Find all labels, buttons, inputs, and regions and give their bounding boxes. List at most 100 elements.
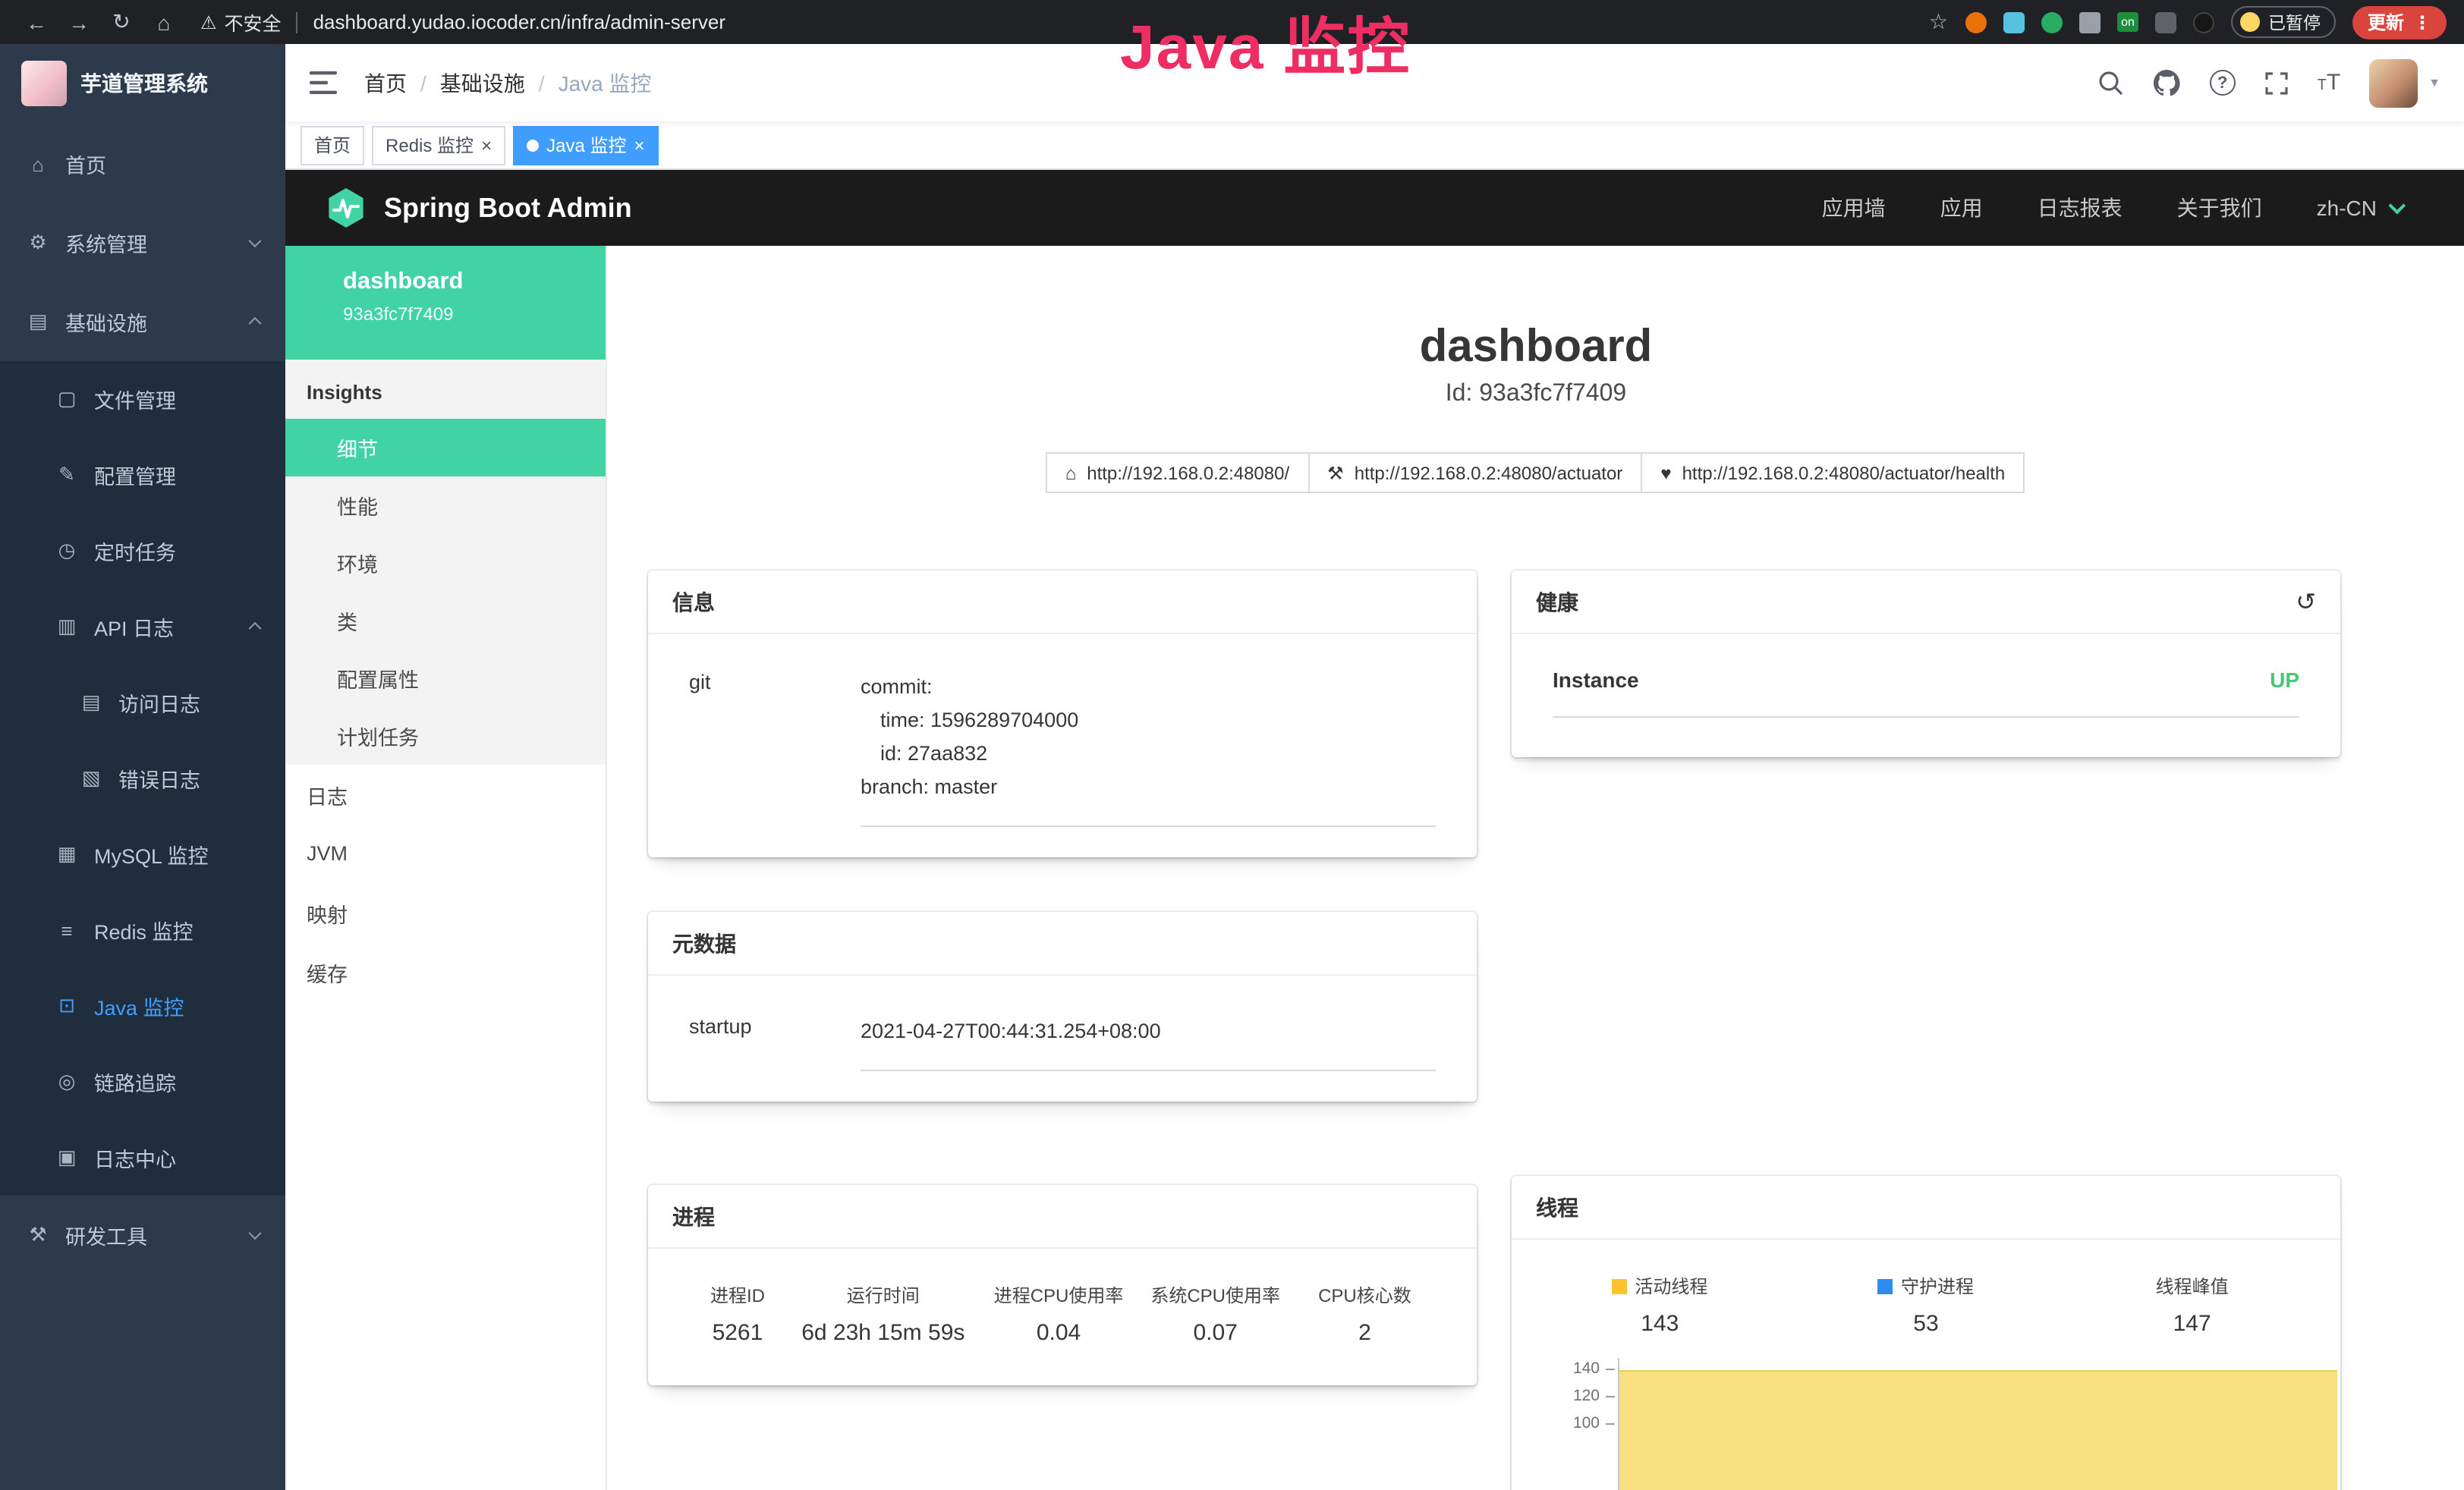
insights-group: Insights 细节 性能 环境 类 配置属性 计划任务 [285, 360, 606, 765]
process-col: 运行时间 6d 23h 15m 59s [786, 1282, 980, 1346]
sba-item-config-props[interactable]: 配置属性 [285, 649, 606, 707]
sba-item-mappings[interactable]: 映射 [285, 883, 606, 942]
database-icon: ▦ [55, 842, 79, 866]
sidebar-item-trace[interactable]: ◎ 链路追踪 [0, 1044, 285, 1120]
sba-sidebar: dashboard 93a3fc7f7409 Insights 细节 性能 环境… [285, 246, 607, 1490]
instance-name: dashboard [343, 269, 590, 296]
sba-item-logs[interactable]: 日志 [285, 765, 606, 824]
sidebar-item-job[interactable]: ◷ 定时任务 [0, 513, 285, 589]
update-button[interactable]: 更新 ⋮ [2352, 5, 2447, 39]
hamburger-icon[interactable] [310, 71, 337, 94]
extensions-grid-icon[interactable] [2079, 11, 2100, 33]
instance-header[interactable]: dashboard 93a3fc7f7409 [285, 246, 606, 360]
tab-java[interactable]: Java 监控 × [513, 125, 658, 165]
sba-item-classes[interactable]: 类 [285, 592, 606, 649]
sidebar-item-java[interactable]: ⊡ Java 监控 [0, 968, 285, 1044]
sidebar-item-dev-tools[interactable]: ⚒ 研发工具 [0, 1196, 285, 1275]
extension-icon[interactable] [2003, 11, 2024, 33]
threads-chart: 140 120 100 [1512, 1355, 2340, 1490]
extension-icon[interactable] [2041, 11, 2062, 33]
actuator-url-link[interactable]: ⚒ http://192.168.0.2:48080/actuator [1308, 452, 1642, 493]
caret-down-icon[interactable]: ▼ [2428, 76, 2440, 90]
sidebar-item-file[interactable]: ▢ 文件管理 [0, 361, 285, 437]
legend-live: 活动线程 143 [1527, 1273, 1793, 1337]
sba-nav-wall[interactable]: 应用墙 [1822, 193, 1886, 223]
sidebar-item-mysql[interactable]: ▦ MySQL 监控 [0, 816, 285, 892]
service-url-link[interactable]: ⌂ http://192.168.0.2:48080/ [1046, 452, 1309, 493]
sidebar-item-log-center[interactable]: ▣ 日志中心 [0, 1120, 285, 1196]
browser-chrome: ← → ↻ ⌂ ⚠ 不安全 dashboard.yudao.iocoder.cn… [0, 0, 2464, 44]
extension-icon[interactable] [2194, 11, 2215, 33]
security-label: 不安全 [225, 8, 282, 36]
sidebar-item-redis[interactable]: ≡ Redis 监控 [0, 892, 285, 968]
legend-peak: 线程峰值 147 [2059, 1273, 2325, 1337]
sba-nav-applications[interactable]: 应用 [1940, 193, 1983, 223]
history-icon[interactable]: ↺ [2296, 586, 2316, 617]
sidebar-item-config[interactable]: ✎ 配置管理 [0, 437, 285, 513]
extension-icon[interactable] [1965, 11, 1986, 33]
close-icon[interactable]: × [634, 136, 644, 154]
bookmark-star-icon[interactable]: ☆ [1929, 9, 1948, 35]
page-title: dashboard [607, 322, 2464, 373]
health-instance-label: Instance [1553, 668, 1639, 692]
infra-submenu: ▢ 文件管理 ✎ 配置管理 ◷ 定时任务 ▥ API 日志 [0, 361, 285, 1196]
breadcrumb-home[interactable]: 首页 [364, 68, 407, 98]
info-key: git [689, 634, 861, 827]
breadcrumb-infra[interactable]: 基础设施 [440, 68, 525, 98]
eye-icon: ◎ [55, 1070, 79, 1094]
process-card: 进程 进程ID 5261 运行时间 [648, 1185, 1477, 1385]
metadata-value: 2021-04-27T00:44:31.254+08:00 [861, 976, 1436, 1071]
help-icon[interactable]: ? [2210, 70, 2236, 96]
app-title: 芋道管理系统 [80, 68, 208, 98]
health-url-link[interactable]: ♥ http://192.168.0.2:48080/actuator/heal… [1641, 452, 2025, 493]
sba-item-caches[interactable]: 缓存 [285, 942, 606, 1001]
monitor-icon: ⊡ [55, 994, 79, 1018]
sba-brand[interactable]: Spring Boot Admin [384, 192, 632, 224]
fullscreen-icon[interactable] [2264, 71, 2289, 95]
sba-nav-about[interactable]: 关于我们 [2177, 193, 2262, 223]
sba-nav-journal[interactable]: 日志报表 [2038, 193, 2123, 223]
address-bar[interactable]: dashboard.yudao.iocoder.cn/infra/admin-s… [313, 11, 725, 33]
sba-item-details[interactable]: 细节 [285, 419, 606, 476]
app-logo[interactable]: 芋道管理系统 [0, 44, 285, 121]
info-card: 信息 git commit: time: 1596289704000 id: 2… [648, 571, 1477, 857]
user-avatar[interactable] [2369, 58, 2418, 107]
spring-boot-admin-logo-icon [325, 187, 367, 229]
sidebar-item-system[interactable]: ⚙ 系统管理 [0, 203, 285, 282]
live-threads-area [1619, 1370, 2337, 1490]
reload-icon[interactable]: ↻ [103, 9, 140, 35]
paused-badge[interactable]: 已暂停 [2232, 6, 2336, 38]
sidebar-item-api-log[interactable]: ▥ API 日志 [0, 589, 285, 665]
breadcrumb: 首页 / 基础设施 / Java 监控 [364, 68, 652, 98]
tab-redis[interactable]: Redis 监控 × [372, 125, 505, 165]
page-subtitle: Id: 93a3fc7f7409 [607, 376, 2464, 413]
extension-icon[interactable] [2156, 11, 2177, 33]
browser-actions: ☆ on 已暂停 更新 ⋮ [1929, 5, 2447, 39]
font-size-icon[interactable]: TT [2318, 69, 2341, 96]
info-value: commit: time: 1596289704000 id: 27aa832 … [861, 634, 1436, 827]
github-icon[interactable] [2152, 68, 2181, 97]
sba-item-environment[interactable]: 环境 [285, 534, 606, 592]
sidebar-item-error-log[interactable]: ▧ 错误日志 [0, 740, 285, 816]
close-icon[interactable]: × [481, 136, 492, 154]
sidebar-item-infra[interactable]: ▤ 基础设施 [0, 282, 285, 361]
sba-item-scheduled-tasks[interactable]: 计划任务 [285, 707, 606, 765]
process-col: 进程ID 5261 [689, 1282, 786, 1346]
search-icon[interactable] [2097, 70, 2123, 96]
browser-home-icon[interactable]: ⌂ [146, 10, 182, 34]
sba-item-performance[interactable]: 性能 [285, 476, 606, 534]
sba-item-jvm[interactable]: JVM [285, 824, 606, 883]
sidebar-item-access-log[interactable]: ▤ 访问日志 [0, 665, 285, 740]
tab-home[interactable]: 首页 [301, 125, 364, 165]
security-indicator[interactable]: ⚠ 不安全 [200, 8, 282, 36]
back-icon[interactable]: ← [18, 10, 55, 34]
insights-label: Insights [285, 360, 606, 419]
threads-card: 线程 活动线程 143 守护进程 53 [1512, 1176, 2340, 1490]
tags-view-bar: 首页 Redis 监控 × Java 监控 × [285, 121, 2464, 170]
extension-on-badge[interactable]: on [2116, 12, 2139, 32]
sidebar-item-home[interactable]: ⌂ 首页 [0, 124, 285, 203]
health-card: 健康 ↺ Instance UP [1512, 571, 2340, 757]
forward-icon[interactable]: → [61, 10, 97, 34]
locale-select[interactable]: zh-CN [2317, 196, 2401, 220]
infrastructure-icon: ▤ [26, 310, 50, 334]
